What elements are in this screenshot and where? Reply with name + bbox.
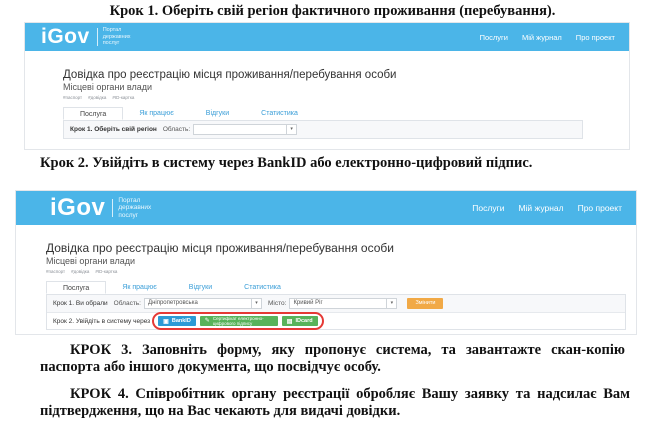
header-bar: iGov Портал державних послуг Послуги Мій… xyxy=(25,23,629,51)
certificate-button-label: Сертифікат електронно-цифрового підпису xyxy=(212,316,264,326)
region-value: Дніпропетровська xyxy=(148,300,198,306)
page-subtitle: Місцеві органи влади xyxy=(63,82,153,92)
chevron-down-icon: ▾ xyxy=(286,125,296,134)
screenshot-step-1: iGov Портал державних послуг Послуги Мій… xyxy=(24,22,630,150)
step-panel: Крок 1. Оберіть свій регіон Область: ▾ xyxy=(63,121,583,139)
tab-reviews[interactable]: Відгуки xyxy=(190,107,245,120)
igov-logo[interactable]: iGov xyxy=(41,25,90,49)
bankid-icon: ▣ xyxy=(163,318,169,325)
tag-list: #паспорт #довідка #ID-картка xyxy=(63,95,583,100)
tab-how-it-works[interactable]: Як працює xyxy=(123,107,189,120)
city-label: Місто: xyxy=(268,300,287,307)
top-nav: Послуги Мій журнал Про проект xyxy=(480,23,615,51)
service-content: Довідка про реєстрацію місця проживання/… xyxy=(46,241,626,330)
tag-idcard[interactable]: #ID-картка xyxy=(112,95,134,100)
tag-certificate[interactable]: #довідка xyxy=(71,269,89,274)
step-1-text: Крок 1. Оберіть свій регіон фактичного п… xyxy=(109,3,556,19)
header-bar: iGov Портал державних послуг Послуги Мій… xyxy=(16,191,636,225)
city-value: Кривий Ріг xyxy=(293,300,323,306)
tag-idcard[interactable]: #ID-картка xyxy=(95,269,117,274)
nav-services[interactable]: Послуги xyxy=(472,203,504,213)
region-value xyxy=(194,125,286,134)
nav-journal[interactable]: Мій журнал xyxy=(518,203,563,213)
step-1-label: Крок 1. Ви обрали xyxy=(53,300,108,307)
tag-passport[interactable]: #паспорт xyxy=(46,269,65,274)
certificate-icon: ✎ xyxy=(204,317,210,324)
bankid-button-label: BankID xyxy=(171,318,191,324)
step-2-row: Крок 2. Увійдіть в систему через ▣ BankI… xyxy=(47,312,625,330)
idcard-icon: ▤ xyxy=(286,318,293,325)
logo-divider xyxy=(112,199,114,217)
step-1-label: Крок 1. Оберіть свій регіон xyxy=(70,126,157,133)
top-nav: Послуги Мій журнал Про проект xyxy=(472,191,622,225)
city-select[interactable]: Кривий Ріг ▾ xyxy=(289,298,398,309)
tag-passport[interactable]: #паспорт xyxy=(63,95,82,100)
tab-service[interactable]: Послуга xyxy=(63,107,124,120)
chevron-down-icon: ▾ xyxy=(251,299,261,308)
tag-list: #паспорт #довідка #ID-картка xyxy=(46,269,626,274)
step-3-text: КРОК 3. Заповніть форму, яку пропонує си… xyxy=(40,342,625,375)
nav-services[interactable]: Послуги xyxy=(480,33,508,42)
idcard-button-label: IDcard xyxy=(295,318,313,324)
nav-about[interactable]: Про проект xyxy=(576,33,615,42)
auth-options-highlight: ▣ BankID ✎ Сертифікат електронно-цифрово… xyxy=(152,312,324,330)
service-content: Довідка про реєстрацію місця проживання/… xyxy=(63,69,583,139)
tag-certificate[interactable]: #довідка xyxy=(88,95,106,100)
region-label: Область: xyxy=(113,300,141,307)
nav-journal[interactable]: Мій журнал xyxy=(522,33,562,42)
igov-logo[interactable]: iGov xyxy=(50,194,105,222)
tab-statistics[interactable]: Статистика xyxy=(245,107,314,120)
idcard-button[interactable]: ▤ IDcard xyxy=(281,316,318,326)
step-4-text: КРОК 4. Співробітник органу реєстрації о… xyxy=(40,386,630,419)
logo-subtitle: Портал державних послуг xyxy=(118,196,152,219)
tab-how-it-works[interactable]: Як працює xyxy=(106,281,172,294)
tab-statistics[interactable]: Статистика xyxy=(228,281,297,294)
logo-divider xyxy=(96,28,98,46)
tab-bar: Послуга Як працює Відгуки Статистика xyxy=(63,107,583,121)
step-1-row: Крок 1. Ви обрали Область: Дніпропетровс… xyxy=(47,295,625,312)
step-2-text: Крок 2. Увійдіть в систему через BankID … xyxy=(40,155,533,171)
region-select[interactable]: Дніпропетровська ▾ xyxy=(144,298,262,309)
tab-bar: Послуга Як працює Відгуки Статистика xyxy=(46,281,626,295)
page-title: Довідка про реєстрацію місця проживання/… xyxy=(46,241,394,255)
change-button[interactable]: Змінити xyxy=(407,298,444,309)
page-subtitle: Місцеві органи влади xyxy=(46,256,136,266)
certificate-button[interactable]: ✎ Сертифікат електронно-цифрового підпис… xyxy=(199,316,278,326)
tab-service[interactable]: Послуга xyxy=(46,281,107,294)
step-panel: Крок 1. Ви обрали Область: Дніпропетровс… xyxy=(46,295,626,330)
page-title: Довідка про реєстрацію місця проживання/… xyxy=(63,69,397,81)
region-label: Область: xyxy=(162,126,191,133)
chevron-down-icon: ▾ xyxy=(386,299,396,308)
step-2-label: Крок 2. Увійдіть в систему через xyxy=(53,317,151,325)
screenshot-step-2: iGov Портал державних послуг Послуги Мій… xyxy=(15,190,637,335)
region-select[interactable]: ▾ xyxy=(193,124,298,135)
step-1-row: Крок 1. Оберіть свій регіон Область: ▾ xyxy=(64,121,582,138)
logo-subtitle: Портал державних послуг xyxy=(102,27,131,47)
tab-reviews[interactable]: Відгуки xyxy=(173,281,228,294)
nav-about[interactable]: Про проект xyxy=(578,203,622,213)
bankid-button[interactable]: ▣ BankID xyxy=(158,316,196,326)
